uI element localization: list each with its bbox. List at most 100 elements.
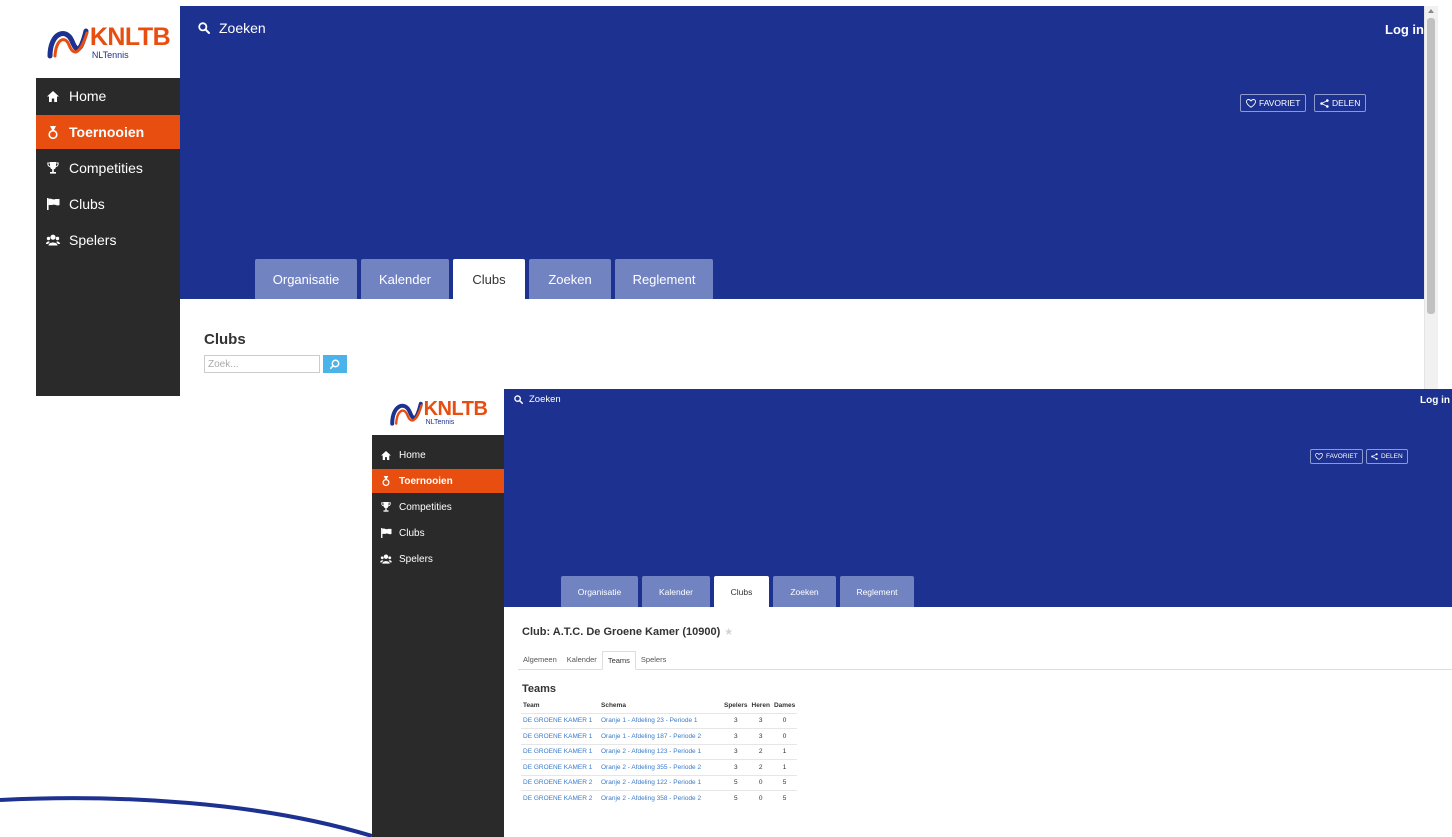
sidebar-item-competities[interactable]: Competities — [372, 495, 504, 519]
users-icon — [46, 234, 60, 246]
tournament-tabs: Organisatie Kalender Clubs Zoeken Reglem… — [561, 576, 918, 607]
table-row: DE GROENE KAMER 1 Oranje 1 - Afdeling 23… — [521, 712, 798, 729]
heart-icon — [1315, 453, 1323, 460]
sidebar-item-spelers[interactable]: Spelers — [36, 223, 180, 257]
tab-kalender[interactable]: Kalender — [361, 259, 449, 299]
logo-area[interactable]: KNLTB NLTennis — [36, 6, 180, 78]
schema-link[interactable]: Oranje 2 - Afdeling 122 - Periode 1 — [599, 774, 722, 791]
brand-name: KNLTB — [89, 22, 171, 51]
schema-link[interactable]: Oranje 1 - Afdeling 187 - Periode 2 — [599, 728, 722, 744]
team-link[interactable]: DE GROENE KAMER 1 — [521, 712, 599, 729]
knltb-logo[interactable]: KNLTB NLTennis — [46, 22, 171, 60]
sidebar-item-toernooien[interactable]: Toernooien — [372, 469, 504, 493]
delen-label: DELEN — [1332, 98, 1361, 108]
club-search-button[interactable] — [323, 355, 347, 373]
sidebar-item-clubs[interactable]: Clubs — [36, 187, 180, 221]
team-link[interactable]: DE GROENE KAMER 2 — [521, 790, 599, 806]
knltb-logo-icon — [47, 28, 89, 59]
search-toggle[interactable]: Zoeken — [514, 394, 561, 405]
team-link[interactable]: DE GROENE KAMER 1 — [521, 728, 599, 744]
search-toggle[interactable]: Zoeken — [198, 20, 266, 36]
sidebar-item-label: Spelers — [69, 232, 117, 248]
sidebar-item-label: Competities — [69, 160, 143, 176]
spelers-count: 3 — [722, 712, 750, 729]
table-row: DE GROENE KAMER 2 Oranje 2 - Afdeling 12… — [521, 774, 798, 791]
login-link[interactable]: Log in — [1385, 22, 1424, 37]
heart-icon — [1246, 98, 1256, 108]
tournament-tabs: Organisatie Kalender Clubs Zoeken Reglem… — [255, 259, 717, 299]
table-row: DE GROENE KAMER 2 Oranje 2 - Afdeling 35… — [521, 790, 798, 806]
schema-link[interactable]: Oranje 2 - Afdeling 123 - Periode 1 — [599, 743, 722, 760]
tab-reglement[interactable]: Reglement — [615, 259, 713, 299]
search-icon — [330, 359, 340, 369]
login-link[interactable]: Log in — [1420, 395, 1450, 406]
favoriet-button[interactable]: FAVORIET — [1240, 94, 1307, 112]
sidebar-item-home[interactable]: Home — [36, 79, 180, 113]
favoriet-label: FAVORIET — [1259, 98, 1301, 108]
dames-count: 1 — [771, 759, 798, 775]
club-content: Club: A.T.C. De Groene Kamer (10900) ★ A… — [504, 607, 1452, 837]
schema-link[interactable]: Oranje 2 - Afdeling 358 - Periode 2 — [599, 790, 722, 806]
column-header-team: Team — [523, 702, 540, 710]
favoriet-button[interactable]: FAVORIET — [1310, 449, 1363, 464]
heren-count: 0 — [749, 790, 772, 806]
sidebar-item-label: Competities — [399, 501, 452, 513]
tab-organisatie[interactable]: Organisatie — [561, 576, 638, 607]
tab-reglement[interactable]: Reglement — [840, 576, 914, 607]
home-icon — [380, 450, 392, 460]
delen-button[interactable]: DELEN — [1314, 94, 1367, 112]
header-banner: Zoeken Log in FAVORIET DELEN Organisatie… — [504, 389, 1452, 607]
subtab-kalender[interactable]: Kalender — [562, 651, 602, 670]
page-scrollbar[interactable] — [1424, 6, 1438, 396]
sidebar-item-label: Clubs — [399, 527, 425, 539]
tab-clubs[interactable]: Clubs — [714, 576, 769, 607]
delen-button[interactable]: DELEN — [1366, 449, 1408, 464]
logo-area[interactable]: KNLTB NLTennis — [372, 389, 504, 435]
subtab-teams[interactable]: Teams — [601, 651, 636, 670]
scroll-up-arrow-icon[interactable] — [1428, 9, 1434, 13]
search-icon — [514, 395, 523, 404]
favoriet-label: FAVORIET — [1326, 453, 1358, 460]
sidebar-item-competities[interactable]: Competities — [36, 151, 180, 185]
flag-icon — [46, 198, 60, 210]
scrollbar-thumb[interactable] — [1427, 18, 1435, 314]
tab-kalender[interactable]: Kalender — [642, 576, 710, 607]
sidebar-nav: Home Toernooien Competities Clubs Speler… — [36, 79, 180, 259]
schema-link[interactable]: Oranje 1 - Afdeling 23 - Periode 1 — [599, 712, 722, 729]
clubs-content: Clubs — [180, 299, 1438, 396]
tab-zoeken[interactable]: Zoeken — [773, 576, 836, 607]
club-search-input[interactable] — [204, 355, 320, 373]
spelers-count: 5 — [722, 774, 750, 791]
column-header-spelers: Spelers — [724, 702, 748, 710]
team-link[interactable]: DE GROENE KAMER 2 — [521, 774, 599, 791]
schema-link[interactable]: Oranje 2 - Afdeling 355 - Periode 2 — [599, 759, 722, 775]
brand-name: KNLTB — [423, 397, 488, 420]
delen-label: DELEN — [1381, 453, 1403, 460]
subtab-spelers[interactable]: Spelers — [636, 651, 671, 670]
screenshot-stage: KNLTB NLTennis Home Toernooien Competiti… — [0, 0, 1452, 837]
sidebar: KNLTB NLTennis Home Toernooien Competiti… — [372, 389, 504, 837]
team-link[interactable]: DE GROENE KAMER 1 — [521, 743, 599, 760]
favorite-star-icon[interactable]: ★ — [724, 627, 733, 638]
tab-zoeken[interactable]: Zoeken — [529, 259, 611, 299]
sidebar-item-clubs[interactable]: Clubs — [372, 521, 504, 545]
sidebar: KNLTB NLTennis Home Toernooien Competiti… — [36, 6, 180, 396]
share-icon — [1371, 453, 1378, 460]
search-label: Zoeken — [219, 20, 266, 36]
spelers-count: 5 — [722, 790, 750, 806]
flag-icon — [380, 528, 392, 538]
subtab-algemeen[interactable]: Algemeen — [518, 651, 562, 670]
sidebar-item-label: Spelers — [399, 553, 433, 565]
sidebar-item-toernooien[interactable]: Toernooien — [36, 115, 180, 149]
tab-organisatie[interactable]: Organisatie — [255, 259, 357, 299]
sidebar-item-home[interactable]: Home — [372, 443, 504, 467]
tab-clubs[interactable]: Clubs — [453, 259, 525, 299]
team-link[interactable]: DE GROENE KAMER 1 — [521, 759, 599, 775]
sidebar-item-label: Toernooien — [399, 475, 453, 487]
knltb-logo[interactable]: KNLTB NLTennis — [389, 399, 488, 426]
club-teams-window: KNLTB NLTennis Home Toernooien Competiti… — [372, 389, 1452, 837]
dames-count: 1 — [771, 743, 798, 760]
spelers-count: 3 — [722, 743, 750, 760]
sidebar-item-spelers[interactable]: Spelers — [372, 547, 504, 571]
spelers-count: 3 — [722, 759, 750, 775]
